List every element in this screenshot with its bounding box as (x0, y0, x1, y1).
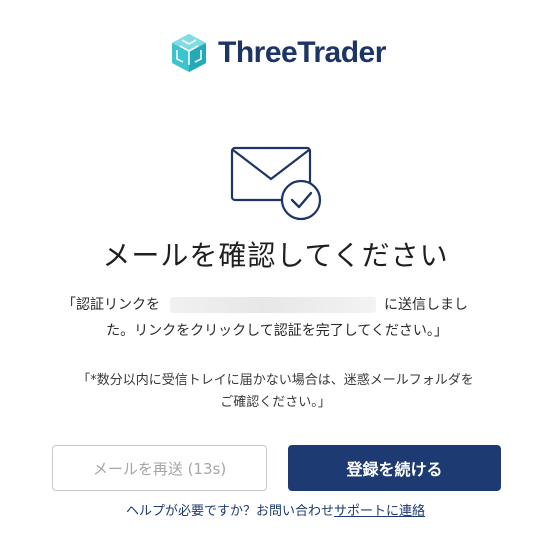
note-line2: ご確認ください。」 (220, 395, 331, 410)
message-line2: た。リンクをクリックして認証を完了してください。」 (106, 323, 448, 339)
note-line1: 「*数分以内に受信トレイに届かない場合は、迷惑メールフォルダを (77, 373, 474, 388)
brand-logo: ThreeTrader (168, 32, 386, 74)
help-text: ヘルプが必要ですか？お問い合わせ (125, 504, 334, 519)
brand-name: ThreeTrader (218, 36, 386, 69)
verification-message: 「認証リンクを に送信しまし た。リンクをクリックして認証を完了してください。」 (62, 292, 492, 344)
cube-logo-icon (172, 34, 206, 72)
message-suffix: に送信しまし (384, 297, 468, 313)
page-title: メールを確認してください (102, 239, 449, 272)
envelope-check-icon (230, 146, 322, 221)
redacted-email (170, 297, 376, 313)
contact-support-link[interactable]: サポートに連絡 (334, 504, 425, 519)
continue-registration-button[interactable]: 登録を続ける (288, 445, 501, 491)
spam-note: 「*数分以内に受信トレイに届かない場合は、迷惑メールフォルダを ご確認ください。… (30, 370, 521, 414)
help-footer: ヘルプが必要ですか？お問い合わせサポートに連絡 (0, 500, 551, 519)
resend-email-button[interactable]: メールを再送 (13s) (52, 445, 267, 491)
message-prefix: 「認証リンクを (62, 297, 160, 313)
